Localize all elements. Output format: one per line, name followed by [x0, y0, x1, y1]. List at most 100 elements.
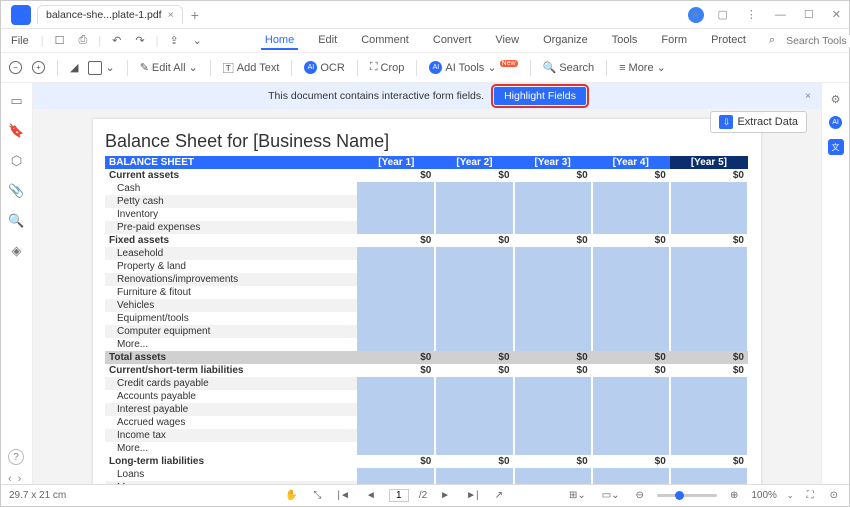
search-tools-input[interactable] — [786, 35, 850, 47]
cell[interactable] — [670, 429, 748, 442]
cell[interactable] — [514, 429, 592, 442]
cell[interactable] — [357, 390, 435, 403]
cell[interactable] — [670, 247, 748, 260]
cell[interactable] — [592, 299, 670, 312]
cell[interactable] — [592, 182, 670, 195]
forward-icon[interactable]: › — [18, 473, 22, 485]
menu-protect[interactable]: Protect — [707, 32, 750, 50]
cell[interactable] — [592, 286, 670, 299]
menu-home[interactable]: Home — [261, 32, 298, 50]
view-mode-icon[interactable]: ▭⌄ — [599, 488, 623, 503]
cell[interactable] — [670, 299, 748, 312]
save-icon[interactable]: ☐ — [52, 32, 68, 49]
cell[interactable] — [592, 273, 670, 286]
fullscreen-icon[interactable]: ⛶ — [804, 488, 817, 503]
cell[interactable] — [435, 208, 513, 221]
cell[interactable] — [435, 286, 513, 299]
cell[interactable] — [592, 195, 670, 208]
cell[interactable] — [357, 442, 435, 455]
fit-actual-icon[interactable]: ⊙ — [827, 488, 841, 503]
cell[interactable] — [592, 247, 670, 260]
new-tab-button[interactable]: + — [191, 7, 199, 23]
thumbnail-icon[interactable]: ▭ — [10, 93, 22, 109]
cell[interactable] — [357, 481, 435, 484]
cell[interactable] — [514, 182, 592, 195]
cell[interactable] — [670, 260, 748, 273]
ai-tools-button[interactable]: AI AI Tools ⌄New — [429, 61, 517, 74]
cell[interactable] — [514, 312, 592, 325]
cell[interactable] — [514, 403, 592, 416]
settings-icon[interactable]: ⚙ — [831, 93, 841, 106]
cell[interactable] — [357, 377, 435, 390]
cell[interactable] — [670, 338, 748, 351]
shield-icon[interactable]: ⬡ — [11, 153, 22, 169]
cell[interactable] — [514, 208, 592, 221]
jump-icon[interactable]: ↗ — [492, 488, 506, 503]
add-text-button[interactable]: 🅃 Add Text — [223, 60, 280, 76]
cell[interactable] — [514, 195, 592, 208]
cell[interactable] — [435, 442, 513, 455]
cell[interactable] — [435, 481, 513, 484]
menu-view[interactable]: View — [491, 32, 523, 50]
cell[interactable] — [592, 390, 670, 403]
cell[interactable] — [435, 273, 513, 286]
cell[interactable] — [357, 221, 435, 234]
undo-icon[interactable]: ↶ — [109, 32, 124, 49]
panel-icon[interactable]: ▢ — [714, 6, 732, 23]
cell[interactable] — [435, 312, 513, 325]
cell[interactable] — [592, 208, 670, 221]
cell[interactable] — [435, 299, 513, 312]
edit-all-button[interactable]: ✎ Edit All ⌄ — [140, 61, 198, 74]
cell[interactable] — [514, 377, 592, 390]
hand-tool-icon[interactable]: ✋ — [282, 488, 300, 503]
cell[interactable] — [670, 325, 748, 338]
cell[interactable] — [514, 221, 592, 234]
cell[interactable] — [670, 390, 748, 403]
menu-form[interactable]: Form — [657, 32, 691, 50]
cell[interactable] — [670, 468, 748, 481]
document-tab[interactable]: balance-she...plate-1.pdf × — [37, 5, 183, 24]
cell[interactable] — [435, 221, 513, 234]
search-button[interactable]: 🔍 Search — [543, 61, 595, 74]
next-page-icon[interactable]: ► — [437, 488, 453, 503]
cell[interactable] — [435, 260, 513, 273]
cell[interactable] — [514, 338, 592, 351]
redo-icon[interactable]: ↷ — [132, 32, 147, 49]
cell[interactable] — [357, 273, 435, 286]
close-window-icon[interactable]: ✕ — [828, 6, 845, 23]
first-page-icon[interactable]: |◄ — [334, 488, 353, 503]
help-button[interactable]: ? — [8, 449, 24, 465]
cell[interactable] — [670, 481, 748, 484]
cell[interactable] — [435, 182, 513, 195]
cell[interactable] — [592, 429, 670, 442]
last-page-icon[interactable]: ►| — [463, 488, 482, 503]
cell[interactable] — [592, 403, 670, 416]
fit-width-icon[interactable]: ⊞⌄ — [566, 488, 589, 503]
ai-side-icon[interactable]: AI — [829, 116, 842, 129]
zoom-slider[interactable] — [657, 494, 717, 497]
cell[interactable] — [435, 338, 513, 351]
cell[interactable] — [357, 416, 435, 429]
layers-icon[interactable]: ◈ — [12, 243, 22, 259]
cell[interactable] — [357, 182, 435, 195]
chevron-down-icon[interactable]: ⌄ — [190, 32, 205, 49]
cell[interactable] — [514, 286, 592, 299]
crop-button[interactable]: ⛶ Crop — [370, 61, 405, 74]
find-icon[interactable]: 🔍 — [8, 213, 24, 229]
cell[interactable] — [435, 325, 513, 338]
highlight-fields-button[interactable]: Highlight Fields — [494, 87, 586, 105]
kebab-icon[interactable]: ⋮ — [742, 6, 761, 23]
menu-convert[interactable]: Convert — [429, 32, 476, 50]
cell[interactable] — [357, 208, 435, 221]
close-tab-icon[interactable]: × — [168, 9, 174, 21]
cell[interactable] — [592, 221, 670, 234]
cell[interactable] — [435, 377, 513, 390]
attachment-icon[interactable]: 📎 — [8, 183, 24, 199]
cell[interactable] — [670, 403, 748, 416]
banner-close-icon[interactable]: × — [805, 90, 811, 102]
print-icon[interactable]: ⎙ — [75, 32, 90, 49]
cell[interactable] — [592, 481, 670, 484]
cell[interactable] — [592, 416, 670, 429]
cell[interactable] — [670, 208, 748, 221]
maximize-icon[interactable]: ☐ — [800, 6, 818, 23]
